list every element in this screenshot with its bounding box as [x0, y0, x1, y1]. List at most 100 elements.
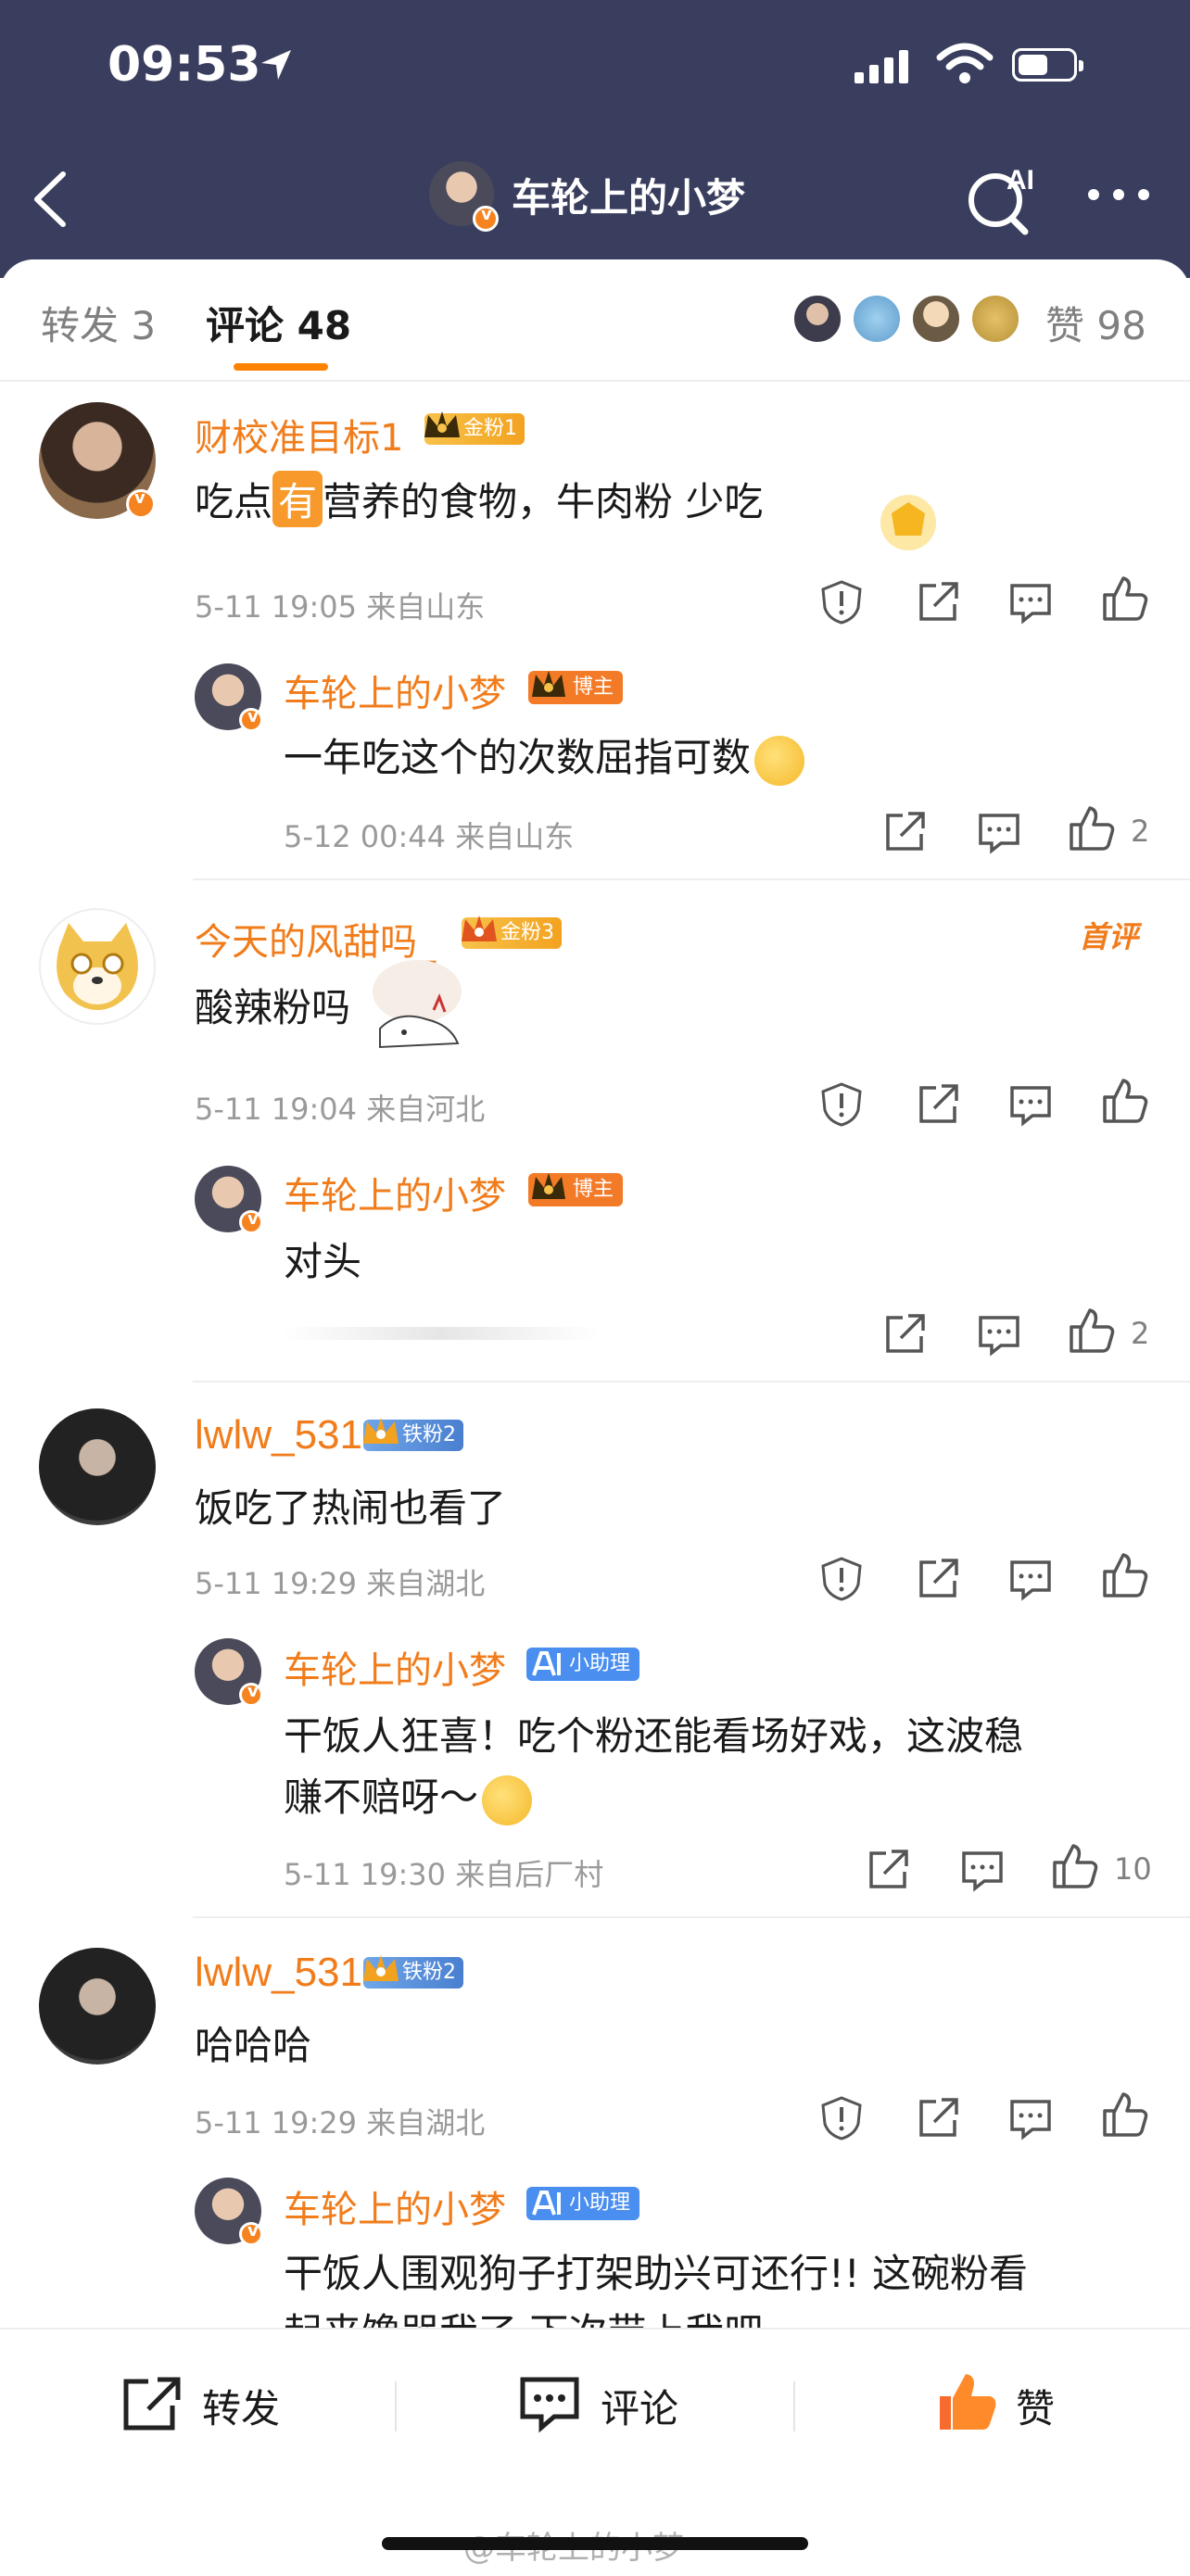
tab-active-indicator — [234, 363, 328, 371]
reply-icon[interactable] — [958, 1846, 1006, 1894]
tab-bar: 转发 3 评论 48 赞 98 — [0, 259, 1190, 382]
share-icon[interactable] — [914, 2094, 962, 2142]
reply-icon[interactable] — [975, 808, 1023, 856]
tab-comment[interactable]: 评论 48 — [206, 295, 351, 351]
reply-icon[interactable] — [1006, 2094, 1055, 2142]
reply-icon[interactable] — [1006, 578, 1055, 626]
assistant-tag: 小助理 — [526, 1648, 640, 1681]
comment-meta: 5-11 19:29 来自湖北 — [195, 1566, 486, 1601]
liker-avatar — [910, 293, 962, 345]
home-indicator[interactable] — [382, 2537, 808, 2550]
fan-badge: 铁粉2 — [363, 1955, 463, 1989]
like-count: 2 — [1131, 1316, 1150, 1351]
reply-username[interactable]: 车轮上的小梦 — [284, 2179, 506, 2233]
report-icon[interactable] — [817, 2094, 866, 2142]
reply-username[interactable]: 车轮上的小梦 — [284, 663, 506, 717]
crown-icon — [363, 1955, 399, 1981]
report-icon[interactable] — [817, 1555, 866, 1603]
crown-icon — [462, 915, 497, 941]
liker-avatar — [791, 293, 843, 345]
like-count: 10 — [1114, 1851, 1152, 1887]
divider — [193, 1916, 1190, 1918]
like-icon[interactable] — [1101, 2090, 1149, 2139]
like-icon[interactable] — [1051, 1842, 1099, 1890]
ai-assistant-icon — [532, 1651, 561, 1676]
like-icon[interactable] — [1101, 1551, 1149, 1599]
comment-username[interactable]: lwlw_531 — [195, 1950, 362, 1996]
reply-text-line1: 干饭人围观狗子打架助兴可还行!! 这碗粉看 — [284, 2251, 1029, 2296]
bottom-separator — [793, 2381, 795, 2431]
fan-badge: 金粉1 — [424, 411, 525, 445]
comment-meta: 5-11 19:04 来自河北 — [195, 1092, 486, 1127]
fan-badge: 铁粉2 — [363, 1418, 463, 1451]
user-avatar[interactable] — [39, 1408, 156, 1525]
first-comment-badge: 首评 — [1079, 919, 1139, 954]
crown-icon — [532, 671, 565, 697]
ai-label: AI — [1006, 165, 1034, 196]
report-icon[interactable] — [817, 578, 866, 626]
comment-text: 吃点有营养的食物，牛肉粉 少吃 — [195, 471, 763, 527]
back-chevron-icon[interactable] — [28, 167, 74, 232]
user-avatar[interactable] — [39, 908, 156, 1025]
battery-level — [1019, 55, 1047, 75]
assistant-tag: 小助理 — [526, 2187, 640, 2220]
share-icon[interactable] — [914, 1080, 962, 1129]
like-count: 2 — [1131, 814, 1150, 849]
verified-badge-icon — [239, 1682, 263, 1707]
reply-icon[interactable] — [975, 1310, 1023, 1358]
comment-meta: 5-11 19:29 来自湖北 — [195, 2105, 486, 2140]
comment-username[interactable]: 财校准目标1 — [195, 408, 403, 461]
cellular-signal-icon — [855, 50, 908, 83]
like-icon[interactable] — [1068, 1307, 1116, 1355]
crown-icon — [363, 1418, 399, 1444]
battery-icon — [1012, 48, 1083, 82]
comment-text: 哈哈哈 — [195, 2023, 312, 2068]
status-time: 09:53 — [108, 37, 261, 93]
like-icon[interactable] — [1068, 804, 1116, 852]
share-icon[interactable] — [914, 578, 962, 626]
share-icon[interactable] — [864, 1846, 912, 1894]
reply-meta: 5-12 00:44 来自山东 — [284, 819, 575, 854]
like-filled-icon — [940, 2374, 996, 2430]
more-icon[interactable] — [1086, 185, 1151, 204]
header-background: 09:53 车轮上的小梦 AI — [0, 0, 1190, 278]
shiba-avatar-icon — [57, 923, 138, 1010]
comment-username[interactable]: lwlw_531 — [195, 1412, 362, 1458]
reply-username[interactable]: 车轮上的小梦 — [284, 1640, 506, 1694]
tab-repost[interactable]: 转发 3 — [41, 295, 156, 351]
nav-bar: 车轮上的小梦 AI — [0, 148, 1190, 259]
reply-text: 一年吃这个的次数屈指可数 — [284, 726, 805, 786]
divider — [193, 878, 1190, 880]
verified-badge-icon — [239, 2221, 263, 2246]
reply-text-line2: 赚不赔呀～ — [284, 1766, 533, 1825]
grin-emoji-icon — [482, 1774, 533, 1825]
thinking-emoji-icon — [754, 735, 805, 786]
like-count[interactable]: 赞 98 — [1045, 295, 1146, 351]
reply-username[interactable]: 车轮上的小梦 — [284, 1166, 506, 1219]
blogger-tag: 博主 — [528, 671, 624, 704]
like-icon[interactable] — [1101, 1077, 1149, 1125]
repost-icon — [123, 2377, 181, 2431]
nav-title[interactable]: 车轮上的小梦 — [512, 167, 745, 223]
redacted-meta — [284, 1327, 599, 1340]
verified-badge-icon — [239, 1209, 263, 1234]
report-icon[interactable] — [817, 1080, 866, 1129]
crown-icon — [424, 411, 460, 437]
ai-search-icon[interactable]: AI — [964, 161, 1038, 235]
share-icon[interactable] — [914, 1555, 962, 1603]
comment-text: 酸辣粉吗 — [195, 985, 351, 1030]
crown-icon — [532, 1173, 565, 1199]
user-avatar[interactable] — [39, 1948, 156, 2065]
share-icon[interactable] — [880, 1310, 929, 1358]
blogger-tag: 博主 — [528, 1173, 624, 1206]
verified-badge-icon — [239, 707, 263, 732]
fan-badge: 金粉3 — [462, 915, 562, 949]
status-bar: 09:53 — [0, 0, 1190, 139]
gold-sticker-icon — [880, 495, 936, 550]
comment-text: 饭吃了热闹也看了 — [195, 1485, 507, 1531]
share-icon[interactable] — [880, 808, 929, 856]
like-icon[interactable] — [1101, 575, 1149, 623]
reply-icon[interactable] — [1006, 1080, 1055, 1129]
liker-avatar — [969, 293, 1021, 345]
reply-icon[interactable] — [1006, 1555, 1055, 1603]
